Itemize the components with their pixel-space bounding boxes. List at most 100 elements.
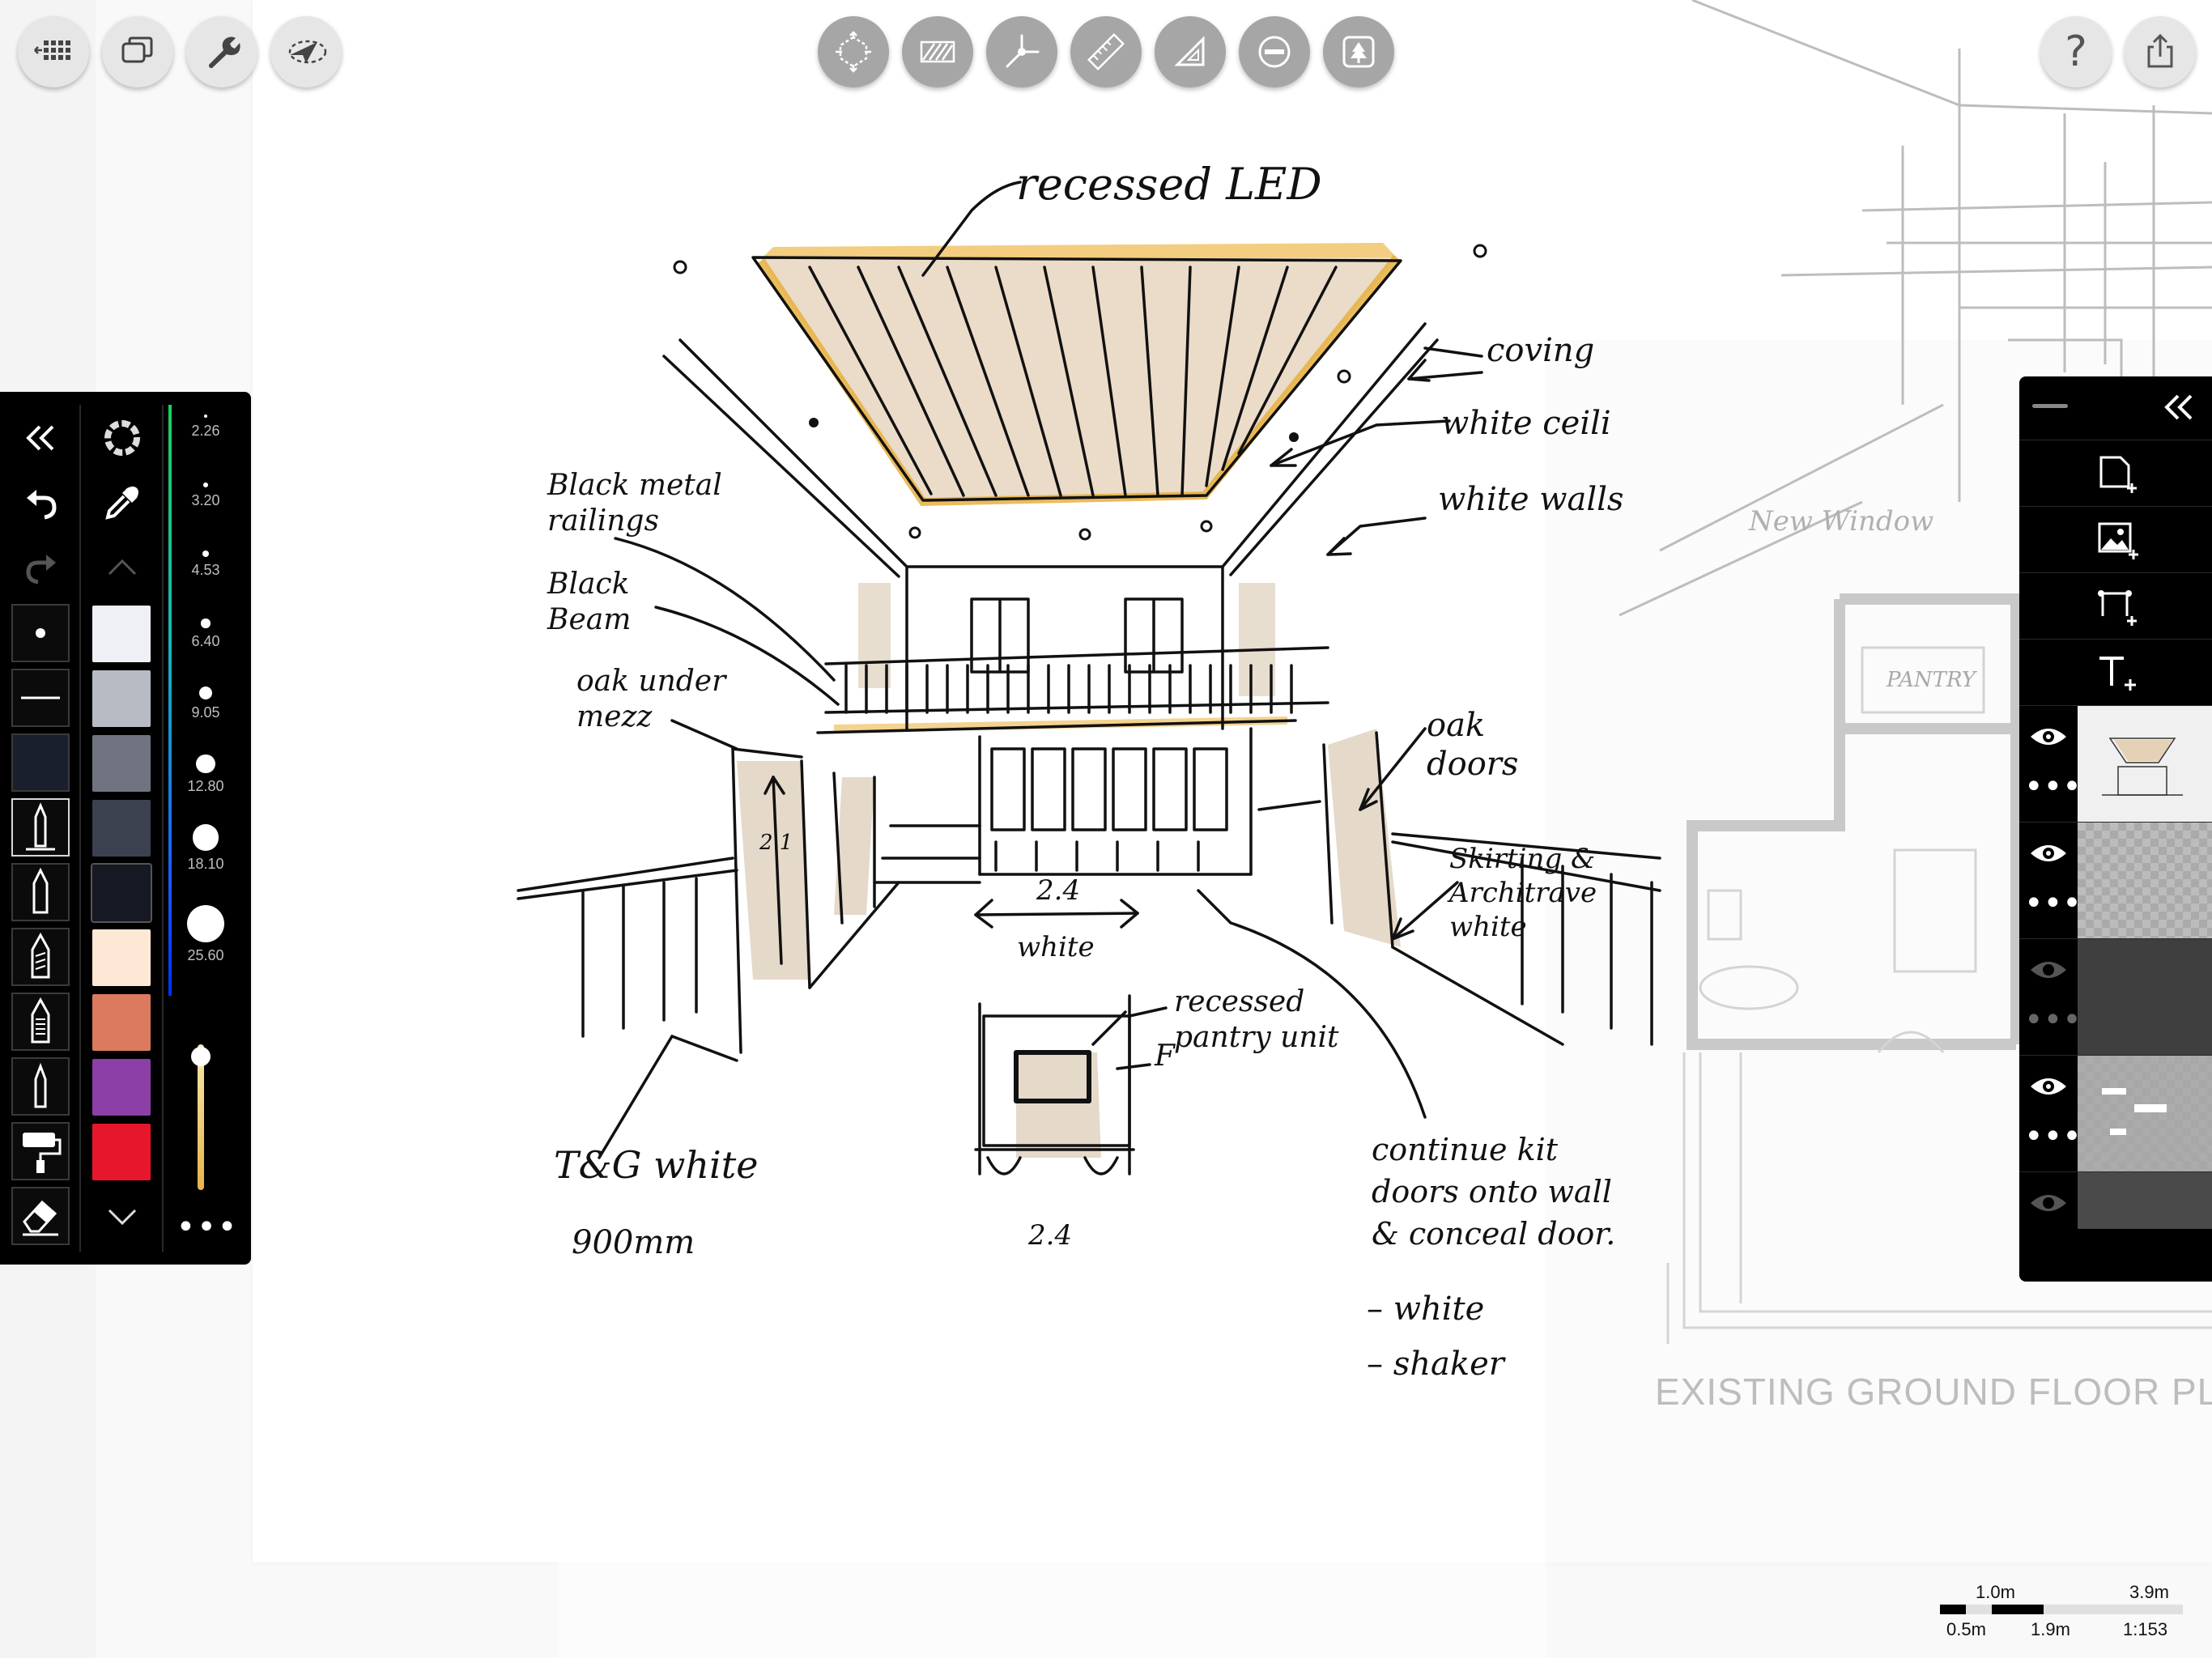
- layer-row[interactable]: [2019, 1171, 2212, 1245]
- brush-size-label: 12.80: [187, 778, 224, 795]
- ruler-button[interactable]: [1070, 16, 1142, 87]
- layer-options-button[interactable]: •••: [2024, 1004, 2082, 1036]
- layer-thumbnail[interactable]: [2078, 1056, 2212, 1171]
- brush-size-option[interactable]: 4.53: [167, 551, 245, 579]
- brush-fill-color[interactable]: [11, 733, 70, 792]
- brush-size-dot: [198, 687, 213, 700]
- color-swatch[interactable]: [91, 863, 152, 923]
- duplicate-icon: [121, 36, 153, 63]
- color-swatch[interactable]: [92, 670, 151, 727]
- gallery-button[interactable]: [18, 16, 89, 87]
- color-swatch[interactable]: [92, 1059, 151, 1116]
- layer-thumbnail[interactable]: [2078, 939, 2212, 1055]
- note-900mm: 900mm: [572, 1224, 696, 1261]
- brush-size-label: 2.26: [191, 423, 220, 440]
- layer-options-button[interactable]: •••: [2024, 771, 2082, 803]
- brush-size-option[interactable]: 9.05: [167, 687, 245, 721]
- brush-pencil[interactable]: [11, 863, 70, 921]
- note-coving: coving: [1487, 332, 1595, 369]
- stamp-button[interactable]: [1323, 16, 1394, 87]
- layer-visibility-toggle[interactable]: [2024, 954, 2073, 986]
- perspective-icon: [1006, 34, 1040, 68]
- add-sketch-layer-button[interactable]: [2019, 440, 2212, 507]
- brush-size-option[interactable]: 3.20: [167, 483, 245, 509]
- set-square-icon: [1174, 36, 1205, 66]
- add-dimension-layer-button[interactable]: [2019, 572, 2212, 640]
- floor-plan-title: EXISTING GROUND FLOOR PL: [1655, 1371, 2212, 1413]
- set-square-button[interactable]: [1155, 16, 1226, 87]
- layer-thumbnail[interactable]: [2078, 1172, 2212, 1229]
- color-swatch[interactable]: [92, 800, 151, 857]
- layer-thumbnail-sketch: [2078, 706, 2212, 822]
- eyedropper-button[interactable]: [91, 474, 154, 531]
- layer-row[interactable]: •••: [2019, 1055, 2212, 1172]
- brush-size-dot: [196, 755, 215, 774]
- add-dimension-icon: [2098, 590, 2137, 626]
- layer-visibility-toggle[interactable]: [2024, 721, 2073, 753]
- brush-paint-roller[interactable]: [11, 1122, 70, 1180]
- brush-size-option[interactable]: 18.10: [167, 824, 245, 873]
- brush-dot[interactable]: [11, 604, 70, 662]
- add-image-layer-button[interactable]: [2019, 506, 2212, 573]
- brush-marker[interactable]: [11, 928, 70, 986]
- hatch-icon: [920, 40, 955, 63]
- color-swatch[interactable]: [92, 994, 151, 1051]
- undo-button[interactable]: [10, 474, 73, 531]
- layer-visibility-toggle[interactable]: [2024, 1070, 2073, 1103]
- scroll-colors-down-button[interactable]: [91, 1188, 154, 1245]
- help-button[interactable]: ?: [2040, 16, 2112, 87]
- ellipse-guide-icon: [1258, 36, 1291, 68]
- layer-options-button[interactable]: •••: [2024, 887, 2082, 920]
- note-recessed-led: recessed LED: [1016, 159, 1322, 210]
- color-swatch[interactable]: [92, 735, 151, 792]
- layers-toggle-button[interactable]: [102, 16, 173, 87]
- color-wheel-button[interactable]: [91, 410, 154, 466]
- lasso-arrow-icon: [288, 40, 327, 64]
- color-swatch[interactable]: [92, 1124, 151, 1180]
- layer-options-button[interactable]: •••: [2024, 1120, 2082, 1153]
- dimension-2-1: 2.1: [759, 831, 793, 855]
- redo-button[interactable]: [10, 539, 73, 596]
- note-white-ceiling: white ceili: [1441, 405, 1611, 442]
- note-dash-shaker: – shaker: [1367, 1346, 1504, 1383]
- brush-size-dot: [203, 483, 208, 487]
- layer-visibility-toggle[interactable]: [2024, 837, 2073, 869]
- add-text-layer-button[interactable]: [2019, 639, 2212, 706]
- layer-row[interactable]: •••: [2019, 705, 2212, 823]
- layer-row[interactable]: •••: [2019, 822, 2212, 939]
- brush-size-dot: [202, 551, 210, 558]
- perspective-button[interactable]: [986, 16, 1057, 87]
- eraser-icon: [23, 1200, 58, 1236]
- collapse-palette-button[interactable]: [10, 410, 73, 466]
- select-button[interactable]: [270, 16, 342, 87]
- layer-thumbnail[interactable]: [2078, 823, 2212, 938]
- share-button[interactable]: [2125, 16, 2196, 87]
- brush-watercolor[interactable]: [11, 993, 70, 1051]
- line-brush-icon: [21, 696, 60, 699]
- collapse-layers-button[interactable]: [2160, 388, 2206, 430]
- brush-size-option[interactable]: 2.26: [167, 414, 245, 440]
- double-chevron-left-icon: [2164, 394, 2193, 420]
- brush-line[interactable]: [11, 669, 70, 727]
- brush-eraser[interactable]: [11, 1187, 70, 1245]
- settings-button[interactable]: [186, 16, 257, 87]
- scroll-colors-up-button[interactable]: [91, 539, 154, 596]
- layer-row[interactable]: •••: [2019, 938, 2212, 1056]
- opacity-slider-knob[interactable]: [191, 1047, 211, 1067]
- ellipse-guide-button[interactable]: [1239, 16, 1310, 87]
- hatch-button[interactable]: [902, 16, 973, 87]
- layers-drag-handle[interactable]: [2032, 404, 2068, 408]
- transform-button[interactable]: [818, 16, 889, 87]
- layer-thumbnail[interactable]: [2078, 706, 2212, 822]
- palette-more-button[interactable]: •••: [175, 1211, 240, 1244]
- brush-size-option[interactable]: 25.60: [167, 905, 245, 964]
- color-swatch[interactable]: [92, 929, 151, 986]
- layer-visibility-toggle[interactable]: [2024, 1187, 2073, 1219]
- brush-technical-pen[interactable]: [11, 798, 70, 857]
- brush-size-dot: [192, 824, 219, 851]
- brush-size-option[interactable]: 12.80: [167, 755, 245, 795]
- opacity-slider[interactable]: [191, 1044, 211, 1190]
- brush-pen[interactable]: [11, 1057, 70, 1116]
- brush-size-option[interactable]: 6.40: [167, 619, 245, 650]
- color-swatch[interactable]: [92, 606, 151, 662]
